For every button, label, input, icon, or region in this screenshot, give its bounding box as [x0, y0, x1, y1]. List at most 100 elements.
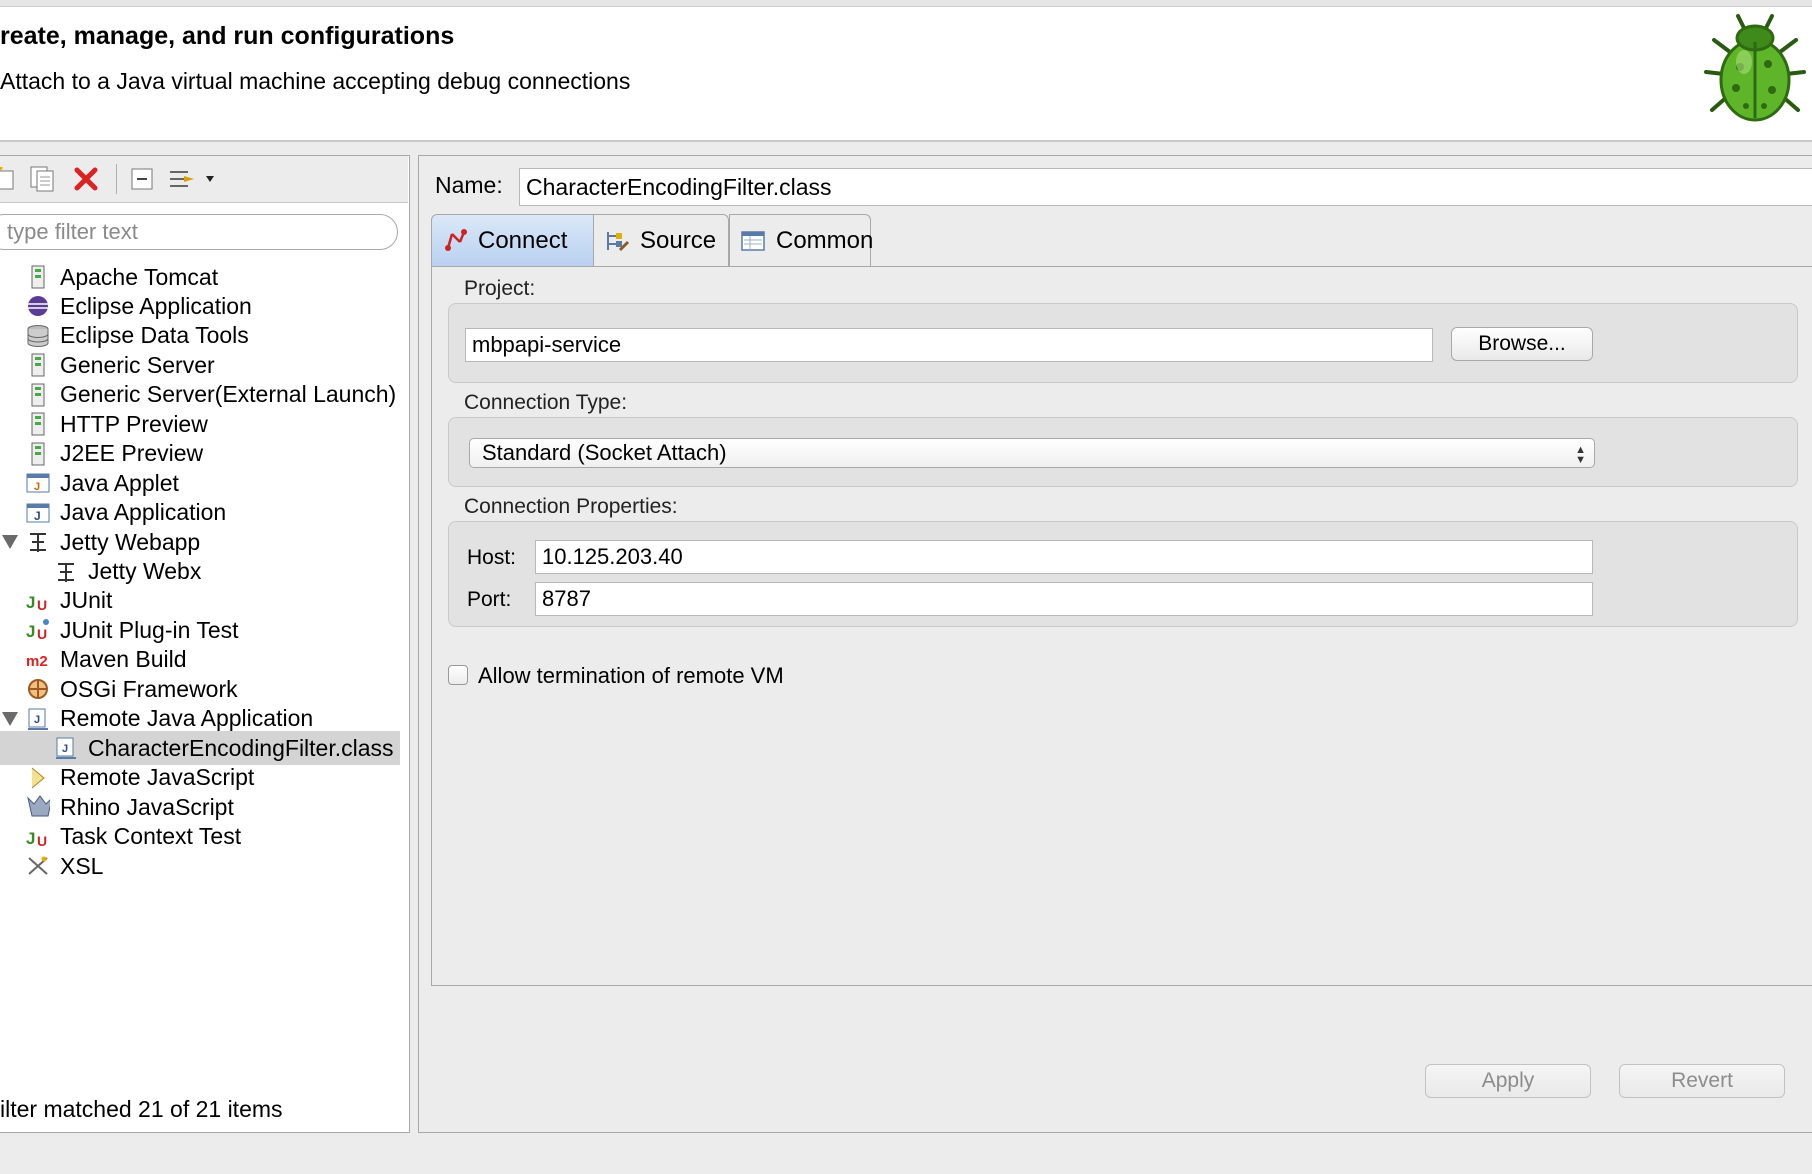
- remote-javascript-icon: [26, 766, 50, 790]
- tree-item-label: JUnit Plug-in Test: [60, 616, 239, 643]
- dialog-description: Attach to a Java virtual machine accepti…: [0, 68, 631, 94]
- tree-item-label: HTTP Preview: [60, 410, 208, 437]
- expand-triangle-icon[interactable]: [2, 535, 18, 550]
- junit-plugin-icon: JU: [26, 618, 50, 642]
- common-icon: [740, 228, 766, 254]
- maven-icon: m2: [26, 648, 50, 672]
- svg-text:U: U: [37, 833, 47, 849]
- eclipse-icon: [26, 294, 50, 318]
- svg-text:J: J: [34, 509, 41, 523]
- junit-icon: JU: [26, 825, 50, 849]
- configuration-editor-panel: Name: Connect Source Common Project: Bro…: [418, 155, 1812, 1133]
- tab-source-label: Source: [640, 226, 717, 254]
- osgi-icon: [26, 677, 50, 701]
- tree-item-label: Task Context Test: [60, 823, 242, 850]
- allow-termination-checkbox[interactable]: [448, 665, 468, 685]
- remote-java-icon: J: [54, 736, 78, 760]
- filter-menu-icon[interactable]: [166, 165, 222, 193]
- database-icon: [26, 324, 50, 348]
- remote-java-icon: J: [26, 707, 50, 731]
- browse-button[interactable]: Browse...: [1451, 327, 1593, 361]
- duplicate-icon[interactable]: [28, 165, 56, 193]
- new-configuration-icon[interactable]: [0, 165, 20, 193]
- host-field[interactable]: [535, 540, 1593, 574]
- tree-item-label: XSL: [60, 852, 104, 879]
- toolbar-separator: [116, 164, 117, 194]
- tree-item-label: Java Application: [60, 499, 227, 526]
- server-icon: [26, 383, 50, 407]
- revert-button[interactable]: Revert: [1619, 1064, 1785, 1098]
- svg-text:J: J: [34, 714, 40, 726]
- connection-properties-group: Host: Port:: [448, 521, 1798, 627]
- server-icon: [26, 442, 50, 466]
- connection-type-value: Standard (Socket Attach): [482, 440, 727, 465]
- svg-text:J: J: [34, 481, 40, 493]
- connect-icon: [442, 228, 468, 254]
- title-bar-edge: [0, 0, 1812, 7]
- name-field[interactable]: [519, 168, 1812, 206]
- source-icon: [604, 228, 630, 254]
- configuration-toolbar: [0, 156, 408, 203]
- connection-properties-label: Connection Properties:: [464, 495, 678, 518]
- configuration-list-panel: Apache TomcatEclipse Application Eclipse …: [0, 155, 410, 1133]
- server-icon: [26, 353, 50, 377]
- tree-item-label: OSGi Framework: [60, 675, 238, 702]
- collapse-all-icon[interactable]: [128, 165, 156, 193]
- project-label: Project:: [464, 277, 536, 300]
- connect-tab-content: Project: Browse... Connection Type: Stan…: [431, 266, 1812, 986]
- filter-input[interactable]: [0, 214, 398, 250]
- tab-source[interactable]: Source: [593, 214, 729, 266]
- tree-item-label: Rhino JavaScript: [60, 793, 234, 820]
- xsl-icon: [26, 854, 50, 878]
- expand-triangle-icon[interactable]: [2, 711, 18, 726]
- project-field[interactable]: [465, 328, 1433, 362]
- tree-item-label: Apache Tomcat: [60, 263, 219, 290]
- rhino-icon: [26, 795, 50, 819]
- server-icon: [26, 412, 50, 436]
- tree-item-label: Eclipse Data Tools: [60, 322, 249, 349]
- svg-text:m2: m2: [26, 653, 48, 670]
- debug-bug-icon: [1700, 12, 1810, 132]
- dialog-title: reate, manage, and run configurations: [0, 22, 455, 50]
- jetty-icon: [54, 560, 78, 584]
- tree-item-label: Remote Java Application: [60, 705, 314, 732]
- delete-icon[interactable]: [72, 165, 100, 193]
- tab-connect-label: Connect: [478, 226, 568, 254]
- java-application-icon: J: [26, 501, 50, 525]
- name-label: Name:: [435, 172, 503, 198]
- connection-type-group: Standard (Socket Attach) ▲ ▼: [448, 417, 1798, 487]
- tree-item-label: Java Applet: [60, 469, 179, 496]
- tree-item-label: J2EE Preview: [60, 440, 204, 467]
- junit-icon: JU: [26, 589, 50, 613]
- tree-item-label: Remote JavaScript: [60, 764, 255, 791]
- project-group: Browse...: [448, 303, 1798, 383]
- apply-button[interactable]: Apply: [1425, 1064, 1591, 1098]
- tree-item-label: Generic Server(External Launch): [60, 381, 397, 408]
- svg-text:J: J: [62, 743, 68, 755]
- tab-common-label: Common: [776, 226, 874, 254]
- svg-text:J: J: [26, 593, 35, 612]
- connection-type-select[interactable]: Standard (Socket Attach) ▲ ▼: [469, 438, 1595, 468]
- tree-item-label: Generic Server: [60, 351, 215, 378]
- svg-text:U: U: [37, 626, 47, 642]
- server-icon: [26, 265, 50, 289]
- tree-item-label: Jetty Webapp: [60, 528, 201, 555]
- svg-text:J: J: [26, 622, 35, 641]
- tab-common[interactable]: Common: [729, 214, 874, 266]
- tree-item-label: Jetty Webx: [88, 558, 202, 584]
- host-label: Host:: [467, 546, 517, 569]
- port-field[interactable]: [535, 582, 1593, 616]
- dialog-header: reate, manage, and run configurations At…: [0, 0, 1812, 142]
- java-applet-icon: J: [26, 471, 50, 495]
- filter-status-text: ilter matched 21 of 21 items: [0, 1096, 283, 1122]
- tree-item-label: Maven Build: [60, 646, 187, 673]
- jetty-icon: [26, 530, 50, 554]
- tree-item[interactable]: XSL: [0, 849, 400, 883]
- editor-tabs: Connect Source Common: [431, 214, 1811, 266]
- tab-connect[interactable]: Connect: [431, 214, 615, 266]
- connection-type-label: Connection Type:: [464, 391, 628, 414]
- select-arrows-icon: ▲ ▼: [1575, 444, 1586, 466]
- svg-text:J: J: [26, 829, 35, 848]
- tree-item-label: CharacterEncodingFilter.class: [88, 734, 394, 761]
- tree-item-label: JUnit: [60, 587, 113, 614]
